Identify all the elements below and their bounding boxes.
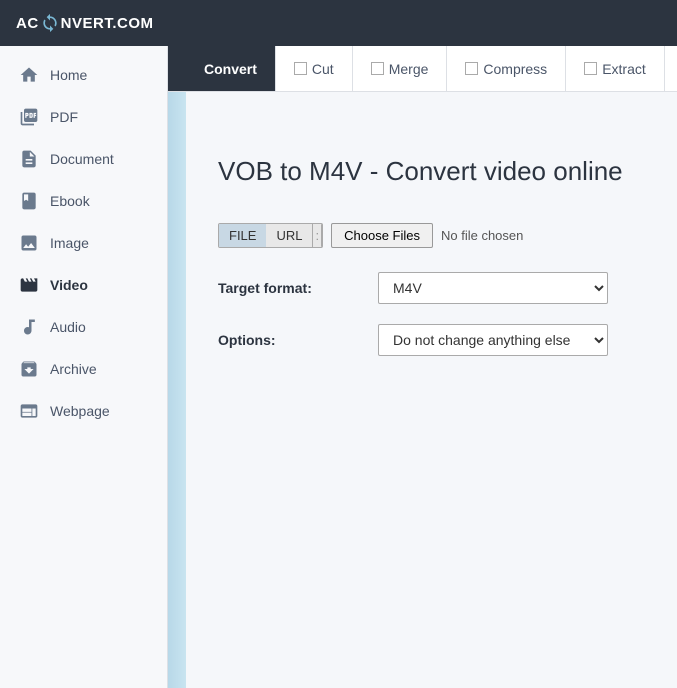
tab-cut-label: Cut [312, 61, 334, 77]
sidebar-item-webpage[interactable]: Webpage [0, 390, 167, 432]
webpage-icon [18, 400, 40, 422]
sidebar-item-audio[interactable]: Audio [0, 306, 167, 348]
file-url-toggle: FILE URL : [218, 223, 323, 248]
sidebar-item-label: Home [50, 67, 87, 83]
cut-tab-checkbox [294, 62, 307, 75]
accent-bar [168, 92, 186, 688]
tabs-bar: Convert Cut Merge Compress Extract [168, 46, 677, 92]
tab-extract[interactable]: Extract [566, 46, 665, 91]
options-label: Options: [218, 332, 378, 348]
topbar: AC NVERT.COM [0, 0, 677, 46]
no-file-chosen-text: No file chosen [441, 228, 523, 243]
target-format-label: Target format: [218, 280, 378, 296]
sidebar-item-label: Archive [50, 361, 97, 377]
content-area: VOB to M4V - Convert video online FILE U… [168, 92, 677, 688]
tab-merge[interactable]: Merge [353, 46, 448, 91]
logo-icon [40, 13, 60, 33]
sidebar-item-video[interactable]: Video [0, 264, 167, 306]
convert-tab-icon [186, 62, 199, 75]
tab-merge-label: Merge [389, 61, 429, 77]
file-input-row: FILE URL : Choose Files No file chosen [218, 223, 645, 248]
logo-nvert: NVERT.COM [61, 15, 154, 32]
inner-content: VOB to M4V - Convert video online FILE U… [186, 92, 677, 688]
toggle-separator: : [312, 224, 322, 247]
sidebar-item-label: Ebook [50, 193, 90, 209]
target-format-row: Target format: M4V [218, 272, 645, 304]
file-toggle-btn[interactable]: FILE [219, 224, 266, 247]
options-row: Options: Do not change anything else [218, 324, 645, 356]
home-icon [18, 64, 40, 86]
ebook-icon [18, 190, 40, 212]
merge-tab-checkbox [371, 62, 384, 75]
image-icon [18, 232, 40, 254]
main-area: Convert Cut Merge Compress Extract [168, 46, 677, 688]
tab-compress-label: Compress [483, 61, 547, 77]
options-select[interactable]: Do not change anything else [378, 324, 608, 356]
sidebar-item-image[interactable]: Image [0, 222, 167, 264]
sidebar-item-home[interactable]: Home [0, 54, 167, 96]
sidebar-item-label: Document [50, 151, 114, 167]
sidebar-item-label: Webpage [50, 403, 110, 419]
sidebar-item-ebook[interactable]: Ebook [0, 180, 167, 222]
page-heading: VOB to M4V - Convert video online [218, 156, 645, 187]
compress-tab-checkbox [465, 62, 478, 75]
target-format-select[interactable]: M4V [378, 272, 608, 304]
audio-icon [18, 316, 40, 338]
tab-compress[interactable]: Compress [447, 46, 566, 91]
tab-convert-label: Convert [204, 61, 257, 77]
tab-extract-label: Extract [602, 61, 646, 77]
sidebar-item-archive[interactable]: Archive [0, 348, 167, 390]
sidebar-item-pdf[interactable]: PDF [0, 96, 167, 138]
tab-convert[interactable]: Convert [168, 46, 276, 91]
sidebar-item-label: PDF [50, 109, 78, 125]
logo-ac: AC [16, 15, 39, 32]
tab-cut[interactable]: Cut [276, 46, 353, 91]
url-toggle-btn[interactable]: URL [266, 224, 312, 247]
sidebar-item-label: Audio [50, 319, 86, 335]
archive-icon [18, 358, 40, 380]
extract-tab-checkbox [584, 62, 597, 75]
pdf-icon [18, 106, 40, 128]
sidebar: Home PDF Document Ebook [0, 46, 168, 688]
video-icon [18, 274, 40, 296]
document-icon [18, 148, 40, 170]
sidebar-item-document[interactable]: Document [0, 138, 167, 180]
sidebar-item-label: Image [50, 235, 89, 251]
sidebar-item-label: Video [50, 277, 88, 293]
choose-files-button[interactable]: Choose Files [331, 223, 433, 248]
